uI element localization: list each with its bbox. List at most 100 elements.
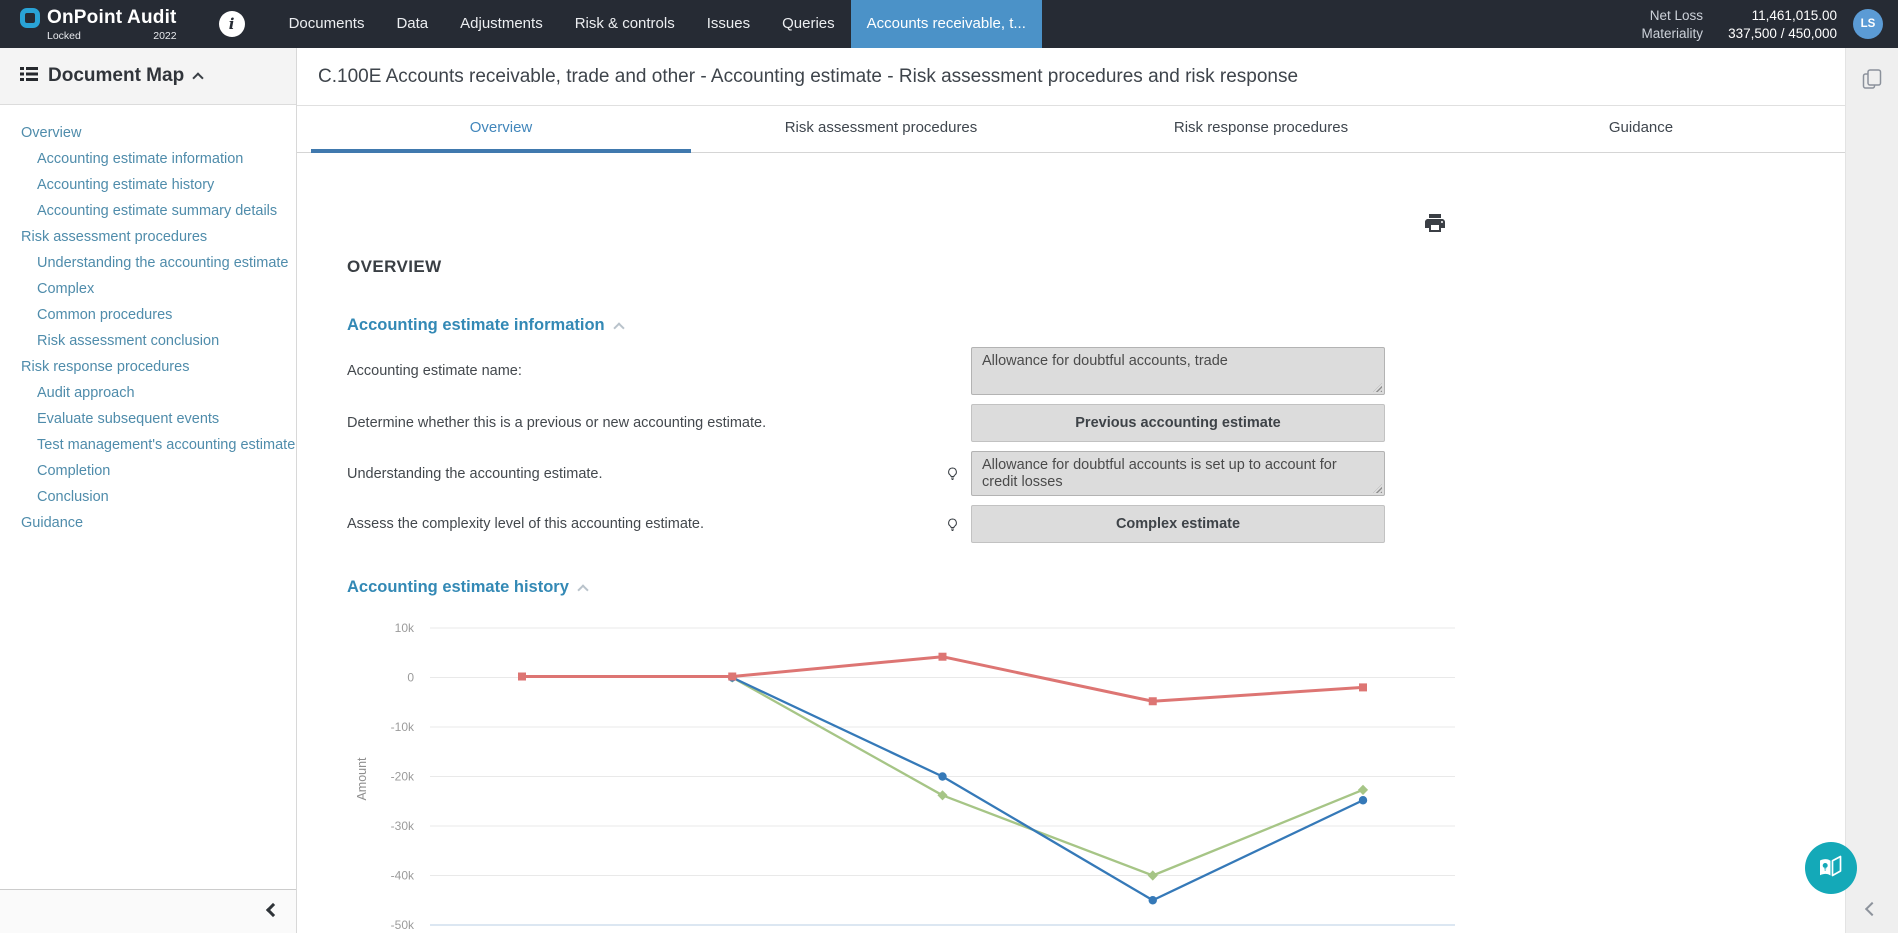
y-tick-label: -40k bbox=[391, 869, 415, 883]
sidebar-footer bbox=[0, 889, 296, 933]
collapse-sidebar-chevron-left-icon[interactable] bbox=[266, 903, 280, 917]
marker-square bbox=[1149, 697, 1157, 705]
sidebar-item-complex[interactable]: Complex bbox=[0, 276, 296, 302]
tab-content: OVERVIEW Accounting estimate information… bbox=[297, 154, 1845, 933]
form-row: Accounting estimate name: Allowance for d… bbox=[347, 347, 1385, 395]
series-line-red-squares bbox=[522, 657, 1363, 702]
section-heading-accounting-estimate-history[interactable]: Accounting estimate history bbox=[347, 578, 587, 597]
nav-item-risk-controls[interactable]: Risk & controls bbox=[559, 0, 691, 48]
chevron-up-icon bbox=[193, 72, 204, 83]
engagement-metrics: Net Loss 11,461,015.00 Materiality 337,5… bbox=[1641, 8, 1837, 41]
list-icon bbox=[20, 67, 38, 86]
textarea-value: Allowance for doubtful accounts is set u… bbox=[982, 457, 1337, 490]
field-label: Understanding the accounting estimate. bbox=[347, 466, 887, 482]
sidebar-item-overview[interactable]: Overview bbox=[0, 120, 296, 146]
form-row: Assess the complexity level of this acco… bbox=[347, 505, 1385, 543]
sidebar-item-completion[interactable]: Completion bbox=[0, 458, 296, 484]
marker-circle bbox=[938, 772, 946, 780]
marker-square bbox=[518, 673, 526, 681]
guidance-book-icon bbox=[1816, 854, 1846, 882]
y-tick-label: -20k bbox=[391, 770, 415, 784]
sidebar-item-risk-assessment-procedures[interactable]: Risk assessment procedures bbox=[0, 224, 296, 250]
sidebar-item-accounting-estimate-summary-details[interactable]: Accounting estimate summary details bbox=[0, 198, 296, 224]
marker-diamond bbox=[1358, 785, 1368, 795]
chevron-up-icon bbox=[613, 322, 624, 333]
section-heading-accounting-estimate-information[interactable]: Accounting estimate information bbox=[347, 316, 623, 335]
sidebar-item-audit-approach[interactable]: Audit approach bbox=[0, 380, 296, 406]
resize-handle[interactable] bbox=[1373, 484, 1382, 493]
page-title: C.100E Accounts receivable, trade and ot… bbox=[318, 66, 1298, 88]
expand-panel-chevron-left-icon[interactable] bbox=[1867, 901, 1877, 919]
resize-handle[interactable] bbox=[1373, 383, 1382, 392]
textarea-accounting-estimate-name[interactable]: Allowance for doubtful accounts, trade bbox=[971, 347, 1385, 395]
sidebar-item-understanding-the-accounting-estimate[interactable]: Understanding the accounting estimate bbox=[0, 250, 296, 276]
net-loss-value: 11,461,015.00 bbox=[1719, 8, 1837, 23]
nav-item-adjustments[interactable]: Adjustments bbox=[444, 0, 559, 48]
field-label: Determine whether this is a previous or … bbox=[347, 415, 887, 431]
avatar[interactable]: LS bbox=[1853, 9, 1883, 39]
sidebar-item-risk-assessment-conclusion[interactable]: Risk assessment conclusion bbox=[0, 328, 296, 354]
section-title: Accounting estimate history bbox=[347, 578, 569, 597]
y-tick-label: -30k bbox=[391, 819, 415, 833]
y-tick-label: -50k bbox=[391, 918, 415, 932]
nav-item-issues[interactable]: Issues bbox=[691, 0, 766, 48]
print-button[interactable] bbox=[1423, 211, 1447, 238]
tab-risk-response-procedures[interactable]: Risk response procedures bbox=[1071, 106, 1451, 152]
marker-circle bbox=[1149, 896, 1157, 904]
field-label: Assess the complexity level of this acco… bbox=[347, 516, 887, 532]
sidebar-item-risk-response-procedures[interactable]: Risk response procedures bbox=[0, 354, 296, 380]
marker-diamond bbox=[937, 790, 947, 800]
locked-badge: Locked bbox=[47, 30, 81, 42]
tab-overview[interactable]: Overview bbox=[311, 106, 691, 152]
sidebar-item-test-management-s-accounting-estimate[interactable]: Test management's accounting estimate bbox=[0, 432, 296, 458]
textarea-understanding-the-accounting-estimate[interactable]: Allowance for doubtful accounts is set u… bbox=[971, 451, 1385, 496]
nav-item-documents[interactable]: Documents bbox=[273, 0, 381, 48]
nav-item-accounts-receivable-t[interactable]: Accounts receivable, t... bbox=[851, 0, 1042, 48]
document-map-list: OverviewAccounting estimate informationA… bbox=[0, 105, 296, 536]
marker-circle bbox=[1359, 796, 1367, 804]
right-rail bbox=[1845, 48, 1898, 933]
y-tick-label: 0 bbox=[407, 671, 414, 685]
sidebar-item-conclusion[interactable]: Conclusion bbox=[0, 484, 296, 510]
marker-diamond bbox=[1148, 870, 1158, 880]
sidebar-item-evaluate-subsequent-events[interactable]: Evaluate subsequent events bbox=[0, 406, 296, 432]
onpoint-ring-icon bbox=[20, 8, 40, 28]
marker-square bbox=[939, 653, 947, 661]
button-previous-accounting-estimate[interactable]: Previous accounting estimate bbox=[971, 404, 1385, 442]
lightbulb-icon[interactable] bbox=[933, 514, 971, 535]
lightbulb-icon[interactable] bbox=[933, 463, 971, 484]
button-complex-estimate[interactable]: Complex estimate bbox=[971, 505, 1385, 543]
sidebar-item-guidance[interactable]: Guidance bbox=[0, 510, 296, 536]
textarea-value: Allowance for doubtful accounts, trade bbox=[982, 353, 1228, 369]
y-tick-label: 10k bbox=[395, 621, 415, 635]
form-row: Determine whether this is a previous or … bbox=[347, 404, 1385, 442]
materiality-label: Materiality bbox=[1641, 26, 1703, 41]
engagement-year: 2022 bbox=[153, 30, 176, 42]
nav-item-data[interactable]: Data bbox=[380, 0, 444, 48]
info-icon[interactable]: i bbox=[219, 11, 245, 37]
document-map-title: Document Map bbox=[48, 65, 184, 87]
tab-guidance[interactable]: Guidance bbox=[1451, 106, 1831, 152]
sidebar-item-accounting-estimate-information[interactable]: Accounting estimate information bbox=[0, 146, 296, 172]
sidebar-item-accounting-estimate-history[interactable]: Accounting estimate history bbox=[0, 172, 296, 198]
pages-icon[interactable] bbox=[1862, 68, 1882, 95]
document-map-panel: Document Map OverviewAccounting estimate… bbox=[0, 48, 297, 933]
y-axis-label: Amount bbox=[355, 757, 369, 801]
net-loss-label: Net Loss bbox=[1641, 8, 1703, 23]
app-brand[interactable]: OnPoint Audit Locked 2022 bbox=[20, 7, 177, 42]
marker-square bbox=[1359, 683, 1367, 691]
document-header: C.100E Accounts receivable, trade and ot… bbox=[297, 48, 1845, 106]
accounting-estimate-history-chart: 10k 0 -10k -20k -30k -40k -50k Amount bbox=[352, 609, 1462, 933]
document-map-header[interactable]: Document Map bbox=[0, 48, 296, 105]
sidebar-item-common-procedures[interactable]: Common procedures bbox=[0, 302, 296, 328]
y-tick-label: -10k bbox=[391, 720, 415, 734]
top-bar: OnPoint Audit Locked 2022 i DocumentsDat… bbox=[0, 0, 1898, 48]
app-title: OnPoint Audit bbox=[47, 7, 177, 29]
work-program-page: C.100E Accounts receivable, trade and ot… bbox=[297, 48, 1845, 933]
tab-risk-assessment-procedures[interactable]: Risk assessment procedures bbox=[691, 106, 1071, 152]
series-line-blue-circles bbox=[732, 678, 1363, 901]
guidance-fab-button[interactable] bbox=[1805, 842, 1857, 894]
nav-item-queries[interactable]: Queries bbox=[766, 0, 851, 48]
top-nav: DocumentsDataAdjustmentsRisk & controlsI… bbox=[273, 0, 1042, 48]
field-label: Accounting estimate name: bbox=[347, 363, 887, 379]
